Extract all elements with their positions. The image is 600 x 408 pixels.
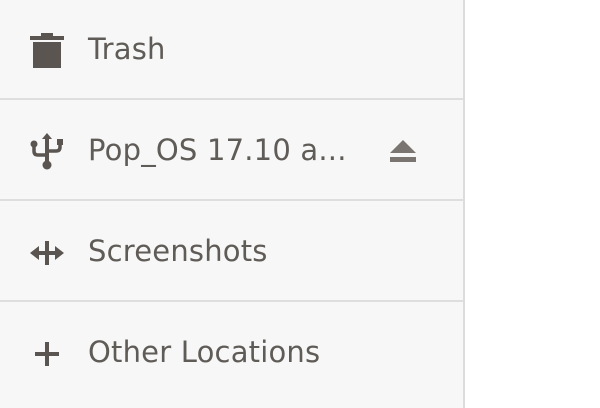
folder-network-icon: [28, 234, 66, 272]
sidebar-item-trash[interactable]: Trash: [0, 0, 463, 100]
sidebar-item-screenshots[interactable]: Screenshots: [0, 202, 463, 302]
sidebar: Trash Pop_OS 17.10 a... Screenshots Othe…: [0, 0, 465, 408]
sidebar-item-other-locations[interactable]: Other Locations: [0, 303, 463, 403]
sidebar-item-label: Screenshots: [88, 234, 268, 268]
sidebar-item-label: Other Locations: [88, 335, 321, 369]
trash-icon: [28, 32, 66, 70]
usb-icon: [28, 133, 66, 171]
file-view-area[interactable]: [465, 0, 600, 408]
sidebar-item-label: Trash: [88, 32, 166, 66]
sidebar-item-label: Pop_OS 17.10 a...: [88, 133, 347, 167]
plus-icon: [28, 335, 66, 373]
eject-icon[interactable]: [386, 135, 420, 169]
sidebar-item-pop-os-drive[interactable]: Pop_OS 17.10 a...: [0, 101, 463, 201]
